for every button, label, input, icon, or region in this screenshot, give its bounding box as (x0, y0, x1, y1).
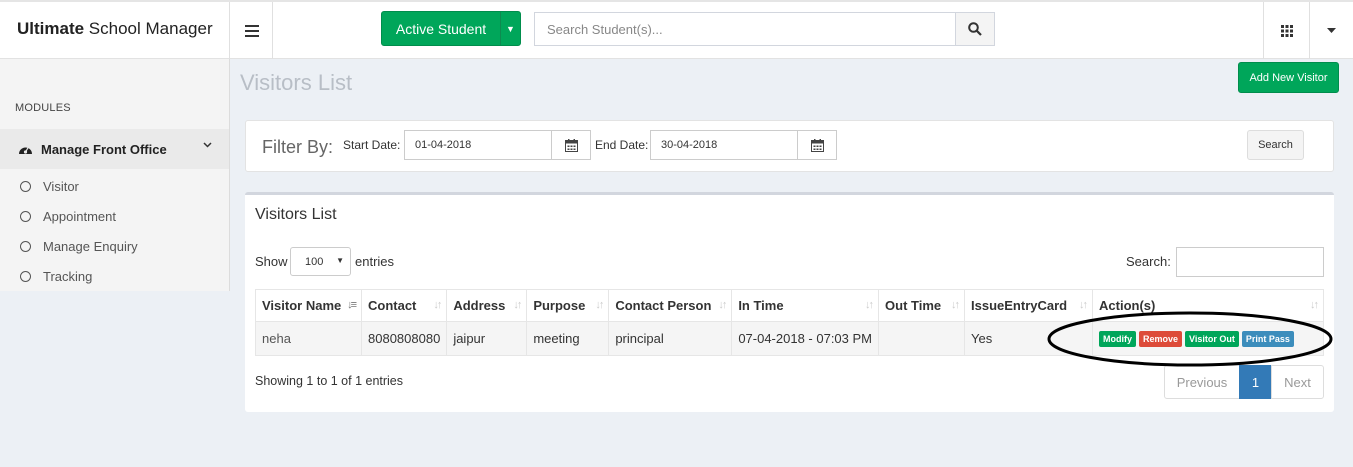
chevron-down-icon (203, 142, 212, 148)
sidebar-toggle-button[interactable] (231, 2, 273, 59)
pagination-previous[interactable]: Previous (1164, 365, 1240, 399)
brand-rest: School Manager (84, 19, 213, 38)
sidebar-item-appointment[interactable]: Appointment (20, 209, 116, 224)
grid-icon (1280, 24, 1293, 37)
column-label: Visitor Name (262, 298, 342, 313)
sidebar-item-manage-front-office[interactable]: Manage Front Office (0, 129, 229, 169)
brand-logo[interactable]: Ultimate School Manager (0, 2, 230, 59)
filter-label: Filter By: (262, 137, 334, 157)
filter-panel: Filter By: Start Date: 01-04-2018 End Da… (245, 120, 1334, 172)
search-icon (968, 22, 982, 36)
column-label: In Time (738, 298, 784, 313)
sort-icon: ↓↑ (433, 299, 442, 311)
sidebar-item-tracking[interactable]: Tracking (20, 269, 92, 284)
circle-icon (20, 181, 31, 192)
pagination-next[interactable]: Next (1271, 365, 1324, 399)
col-visitor-name[interactable]: Visitor Name ↓≡ (255, 289, 362, 322)
col-in-time[interactable]: In Time ↓↑ (731, 289, 880, 322)
sidebar: MODULES Manage Front Office Visitor Appo… (0, 59, 230, 467)
show-label: Show (255, 254, 288, 269)
student-search-input[interactable]: Search Student(s)... (534, 12, 956, 46)
add-new-visitor-button[interactable]: Add New Visitor (1238, 62, 1339, 93)
user-menu-button[interactable] (1309, 2, 1353, 59)
col-contact[interactable]: Contact ↓↑ (360, 289, 448, 322)
sidebar-item-visitor[interactable]: Visitor (20, 179, 79, 194)
caret-down-icon (1327, 28, 1336, 33)
cell-purpose: meeting (526, 321, 610, 356)
list-title: Visitors List (255, 206, 337, 223)
sidebar-lower (0, 291, 230, 467)
col-out-time[interactable]: Out Time ↓↑ (878, 289, 966, 322)
column-label: Contact Person (615, 298, 712, 313)
cell-out-time (878, 321, 966, 356)
col-address[interactable]: Address ↓↑ (446, 289, 528, 322)
col-purpose[interactable]: Purpose ↓↑ (526, 289, 610, 322)
column-label: Out Time (885, 298, 942, 313)
start-date-picker[interactable] (551, 130, 591, 160)
active-student-label: Active Student (395, 20, 487, 37)
circle-icon (20, 211, 31, 222)
table-summary: Showing 1 to 1 of 1 entries (255, 374, 404, 388)
calendar-icon (810, 138, 824, 152)
sort-icon: ↓↑ (513, 299, 522, 311)
active-student-button[interactable]: Active Student ▼ (381, 11, 521, 46)
visitors-list-panel: Visitors List Show 100 ▼ entries Search: … (245, 192, 1334, 412)
cell-contact: 8080808080 (360, 321, 448, 356)
table-search-input[interactable] (1176, 247, 1324, 277)
end-date-picker[interactable] (797, 130, 837, 160)
sort-asc-icon: ↓≡ (347, 299, 357, 311)
cell-in-time: 07-04-2018 - 07:03 PM (731, 321, 880, 356)
column-label: Address (453, 298, 506, 313)
circle-icon (20, 271, 31, 282)
filter-search-button[interactable]: Search (1247, 130, 1304, 160)
sidebar-item-label: Visitor (43, 179, 79, 194)
brand-bold: Ultimate (17, 19, 85, 38)
highlight-ellipse (1047, 311, 1333, 367)
column-label: Purpose (533, 298, 586, 313)
end-date-input[interactable]: 30-04-2018 (650, 130, 798, 160)
caret-down-icon: ▼ (336, 256, 344, 265)
entries-value: 100 (305, 256, 324, 268)
caret-down-icon[interactable]: ▼ (500, 12, 520, 45)
sidebar-item-label: Manage Front Office (41, 141, 167, 157)
calendar-icon (564, 138, 578, 152)
sidebar-item-manage-enquiry[interactable]: Manage Enquiry (20, 239, 138, 254)
end-date-label: End Date: (595, 138, 649, 152)
student-search-button[interactable] (955, 12, 995, 46)
pagination-page-1[interactable]: 1 (1239, 365, 1272, 399)
column-label: Contact (368, 298, 417, 313)
page-title: Visitors List (240, 70, 353, 95)
start-date-label: Start Date: (343, 138, 401, 152)
sidebar-item-label: Appointment (43, 209, 116, 224)
entries-label: entries (355, 254, 395, 269)
start-date-input[interactable]: 01-04-2018 (404, 130, 552, 160)
cell-visitor-name: neha (255, 321, 362, 356)
sort-icon: ↓↑ (951, 299, 960, 311)
cell-contact-person: principal (608, 321, 733, 356)
sort-icon: ↓↑ (865, 299, 874, 311)
dashboard-icon (19, 146, 32, 154)
sidebar-item-label: Manage Enquiry (43, 239, 138, 254)
sort-icon: ↓↑ (595, 299, 604, 311)
sidebar-item-label: Tracking (43, 269, 93, 284)
top-bar: Ultimate School Manager Active Student ▼… (0, 0, 1353, 59)
modules-heading: MODULES (15, 102, 71, 114)
cell-address: jaipur (446, 321, 528, 356)
table-search-label: Search: (1126, 254, 1171, 269)
sort-icon: ↓↑ (718, 299, 727, 311)
entries-select[interactable]: 100 ▼ (290, 247, 351, 276)
hamburger-icon (244, 24, 259, 37)
circle-icon (20, 241, 31, 252)
col-contact-person[interactable]: Contact Person ↓↑ (608, 289, 733, 322)
apps-button[interactable] (1263, 2, 1309, 59)
